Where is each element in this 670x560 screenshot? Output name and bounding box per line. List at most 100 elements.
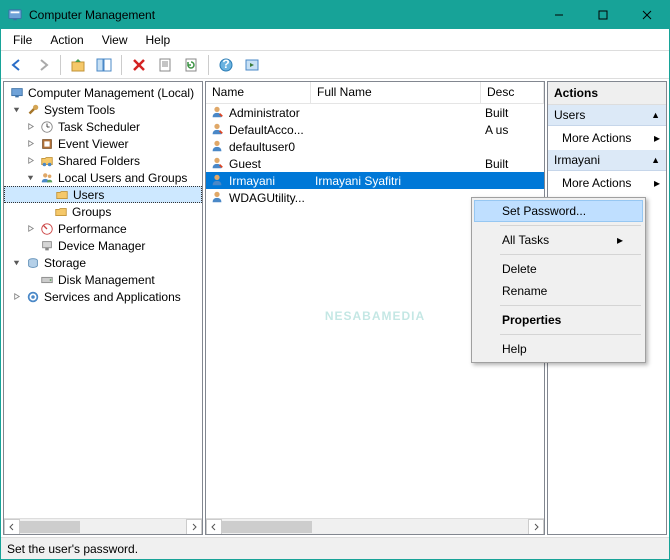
tree-label: Shared Folders	[58, 154, 140, 168]
menu-separator	[500, 305, 641, 306]
scroll-thumb[interactable]	[20, 521, 80, 533]
user-icon	[210, 156, 226, 172]
cell-name: DefaultAcco...	[229, 123, 304, 137]
ctx-properties[interactable]: Properties	[474, 309, 643, 331]
menu-action[interactable]: Action	[42, 31, 91, 49]
minimize-button[interactable]	[537, 1, 581, 29]
chevron-up-icon: ▲	[651, 155, 660, 165]
chevron-down-icon[interactable]	[24, 172, 36, 184]
folder-icon	[53, 204, 69, 220]
tree-label: System Tools	[44, 103, 115, 117]
title-bar: Computer Management	[1, 1, 669, 29]
context-menu: Set Password... All Tasks▸ Delete Rename…	[471, 197, 646, 363]
list-row[interactable]: Guest Built	[206, 155, 544, 172]
tree-label: Event Viewer	[58, 137, 128, 151]
tree-label: Task Scheduler	[58, 120, 140, 134]
computer-icon	[9, 85, 25, 101]
shared-folder-icon	[39, 153, 55, 169]
ctx-all-tasks[interactable]: All Tasks▸	[474, 229, 643, 251]
menu-bar: File Action View Help	[1, 29, 669, 51]
back-button[interactable]	[5, 53, 29, 77]
up-button[interactable]	[66, 53, 90, 77]
tree-root[interactable]: Computer Management (Local)	[4, 84, 202, 101]
tree-label: Device Manager	[58, 239, 145, 253]
chevron-right-icon[interactable]	[10, 291, 22, 303]
list-row[interactable]: Administrator Built	[206, 104, 544, 121]
col-fullname[interactable]: Full Name	[311, 82, 481, 103]
cell-name: WDAGUtility...	[229, 191, 305, 205]
group-label: Users	[554, 108, 585, 122]
chevron-right-icon[interactable]	[24, 155, 36, 167]
menu-separator	[500, 225, 641, 226]
forward-button[interactable]	[31, 53, 55, 77]
tree-groups[interactable]: Groups	[4, 203, 202, 220]
cell-name: Irmayani	[229, 174, 275, 188]
tree-system-tools[interactable]: System Tools	[4, 101, 202, 118]
col-description[interactable]: Desc	[481, 82, 544, 103]
tree-event-viewer[interactable]: Event Viewer	[4, 135, 202, 152]
scroll-right-icon[interactable]	[186, 519, 202, 535]
scroll-left-icon[interactable]	[206, 519, 222, 535]
scroll-right-icon[interactable]	[528, 519, 544, 535]
ctx-help[interactable]: Help	[474, 338, 643, 360]
tree-storage[interactable]: Storage	[4, 254, 202, 271]
cell-name: Administrator	[229, 106, 300, 120]
status-bar: Set the user's password.	[1, 537, 669, 559]
actions-more-2[interactable]: More Actions ▸	[548, 171, 666, 195]
tree-disk-management[interactable]: Disk Management	[4, 271, 202, 288]
chevron-right-icon: ▸	[654, 176, 660, 190]
ctx-set-password[interactable]: Set Password...	[474, 200, 643, 222]
chevron-right-icon[interactable]	[24, 223, 36, 235]
toolbar: ?	[1, 51, 669, 79]
group-label: Irmayani	[554, 153, 600, 167]
chevron-right-icon[interactable]	[24, 121, 36, 133]
tools-icon	[25, 102, 41, 118]
menu-help[interactable]: Help	[138, 31, 179, 49]
actions-group-selected[interactable]: Irmayani ▲	[548, 150, 666, 171]
chevron-right-icon[interactable]	[24, 138, 36, 150]
toolbar-button[interactable]	[240, 53, 264, 77]
show-hide-tree-button[interactable]	[92, 53, 116, 77]
svg-text:?: ?	[222, 57, 229, 71]
refresh-button[interactable]	[179, 53, 203, 77]
scroll-left-icon[interactable]	[4, 519, 20, 535]
user-icon	[210, 122, 226, 138]
item-label: More Actions	[562, 131, 631, 145]
cell-desc: Built	[485, 157, 508, 171]
menu-separator	[500, 334, 641, 335]
chevron-down-icon[interactable]	[10, 257, 22, 269]
list-row-selected[interactable]: Irmayani Irmayani Syafitri	[206, 172, 544, 189]
col-name[interactable]: Name	[206, 82, 311, 103]
user-icon	[210, 139, 226, 155]
menu-view[interactable]: View	[94, 31, 136, 49]
tree-label: Services and Applications	[44, 290, 181, 304]
actions-group-users[interactable]: Users ▲	[548, 105, 666, 126]
item-label: More Actions	[562, 176, 631, 190]
actions-more-1[interactable]: More Actions ▸	[548, 126, 666, 150]
scroll-thumb[interactable]	[222, 521, 312, 533]
ctx-rename[interactable]: Rename	[474, 280, 643, 302]
tree-device-manager[interactable]: Device Manager	[4, 237, 202, 254]
window-title: Computer Management	[29, 8, 537, 22]
maximize-button[interactable]	[581, 1, 625, 29]
tree-local-users-groups[interactable]: Local Users and Groups	[4, 169, 202, 186]
tree-services-apps[interactable]: Services and Applications	[4, 288, 202, 305]
tree-task-scheduler[interactable]: Task Scheduler	[4, 118, 202, 135]
tree-hscrollbar[interactable]	[4, 518, 202, 534]
menu-file[interactable]: File	[5, 31, 40, 49]
list-hscrollbar[interactable]	[206, 518, 544, 534]
list-row[interactable]: DefaultAcco... A us	[206, 121, 544, 138]
help-button[interactable]: ?	[214, 53, 238, 77]
toolbar-separator	[60, 55, 61, 75]
properties-button[interactable]	[153, 53, 177, 77]
delete-button[interactable]	[127, 53, 151, 77]
list-row[interactable]: defaultuser0	[206, 138, 544, 155]
close-button[interactable]	[625, 1, 669, 29]
tree-label: Disk Management	[58, 273, 155, 287]
chevron-down-icon[interactable]	[10, 104, 22, 116]
tree-users[interactable]: Users	[4, 186, 202, 203]
tree-shared-folders[interactable]: Shared Folders	[4, 152, 202, 169]
ctx-delete[interactable]: Delete	[474, 258, 643, 280]
actions-title: Actions	[548, 82, 666, 105]
tree-performance[interactable]: Performance	[4, 220, 202, 237]
